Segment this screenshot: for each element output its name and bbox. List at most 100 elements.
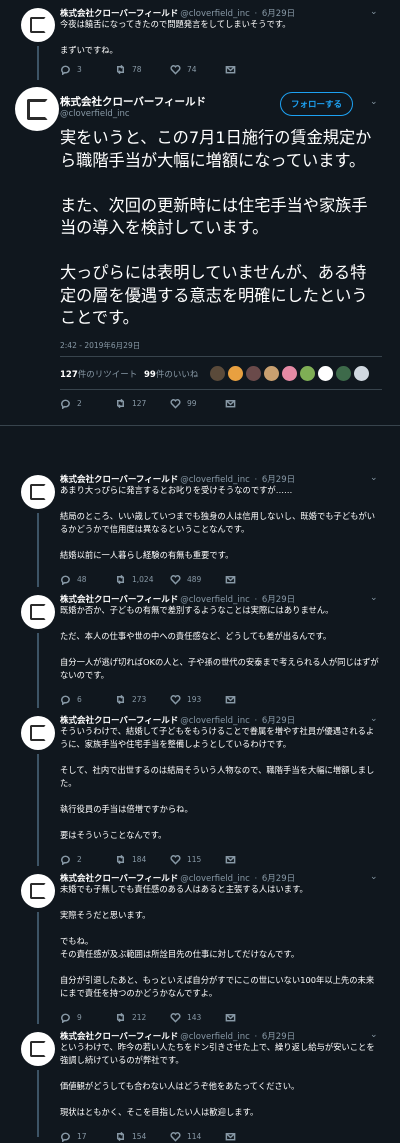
tweet-line: でもね。 その責任感が及ぶ範囲は所詮目先の仕事に対してだけなんです。 (60, 936, 300, 959)
tweet-line: 未婚でも子無しでも責任感のある人はあると主張する人はいます。 (60, 884, 308, 894)
liker-avatar[interactable] (318, 366, 333, 381)
avatar[interactable] (21, 595, 55, 629)
main-timestamp[interactable]: 2:42 - 2019年6月29日 (60, 340, 140, 351)
like-count: 489 (187, 575, 202, 584)
like-button[interactable]: 114 (170, 1131, 225, 1142)
main-account-name[interactable]: 株式会社クローバーフィールド (60, 94, 206, 109)
retweet-total-label[interactable]: 件のリツイート (78, 370, 138, 380)
liker-avatar[interactable] (210, 366, 225, 381)
retweet-count: 212 (132, 1013, 147, 1022)
liker-avatar[interactable] (282, 366, 297, 381)
like-button[interactable]: 489 (170, 574, 225, 585)
liker-avatars (210, 366, 372, 381)
retweet-button[interactable]: 184 (115, 854, 170, 865)
like-count: 143 (187, 1013, 202, 1022)
mail-icon (225, 400, 236, 408)
message-button[interactable] (225, 574, 280, 585)
reply-icon (61, 695, 70, 705)
reply-button[interactable]: 2 (60, 854, 115, 865)
chevron-down-icon[interactable]: ⌄ (370, 97, 378, 107)
avatar[interactable] (21, 475, 55, 509)
retweet-button[interactable]: 154 (115, 1131, 170, 1142)
like-total[interactable]: 99 (144, 370, 156, 380)
tweet-line: 自分が引退したあと、もっといえば自分がすでにこの世にいない100年以上先の未来に… (60, 975, 375, 998)
like-button[interactable]: 193 (170, 694, 225, 705)
chevron-down-icon[interactable]: ⌄ (370, 473, 378, 483)
retweet-button[interactable]: 1,024 (115, 574, 170, 585)
reply-count: 48 (77, 575, 87, 584)
reply-button[interactable]: 2 (60, 398, 115, 409)
message-button[interactable] (225, 398, 280, 409)
retweet-button[interactable]: 212 (115, 1012, 170, 1023)
chevron-down-icon[interactable]: ⌄ (370, 714, 378, 724)
thread-line (37, 46, 39, 80)
retweet-icon (117, 694, 124, 705)
follow-button[interactable]: フォローする (280, 92, 354, 116)
chevron-down-icon[interactable]: ⌄ (370, 872, 378, 882)
like-button[interactable]: 115 (170, 854, 225, 865)
tweet-line: 価値観がどうしても合わない人はどうぞ他をあたってください。 (60, 1081, 300, 1091)
reply-button[interactable]: 3 (60, 64, 115, 75)
mail-icon (225, 1014, 236, 1022)
tweet-line: そして、社内で出世するのは結局そういう人物なので、職階手当を大幅に増額しました。 (60, 765, 375, 788)
avatar[interactable] (21, 874, 55, 908)
message-button[interactable] (225, 1012, 280, 1023)
reply-icon (61, 65, 70, 75)
chevron-down-icon[interactable]: ⌄ (370, 7, 378, 17)
main-paragraph: 実をいうと、この7月1日施行の賃金規定から職階手当が大幅に増額になっています。 (60, 128, 372, 170)
reply-button[interactable]: 9 (60, 1012, 115, 1023)
reply-count: 6 (77, 695, 82, 704)
mail-icon (225, 856, 236, 864)
like-button[interactable]: 143 (170, 1012, 225, 1023)
heart-icon (170, 855, 181, 865)
liker-avatar[interactable] (246, 366, 261, 381)
message-button[interactable] (225, 694, 280, 705)
thread-line (37, 633, 39, 708)
retweet-button[interactable]: 127 (115, 398, 170, 409)
retweet-icon (117, 1012, 124, 1023)
retweet-icon (117, 1131, 124, 1142)
chevron-down-icon[interactable]: ⌄ (370, 1030, 378, 1040)
tweet-actions: 3 78 74 (60, 64, 280, 75)
like-count: 74 (187, 65, 197, 74)
retweet-total[interactable]: 127 (60, 370, 78, 380)
liker-avatar[interactable] (264, 366, 279, 381)
liker-avatar[interactable] (228, 366, 243, 381)
like-button[interactable]: 99 (170, 398, 225, 409)
message-button[interactable] (225, 64, 280, 75)
main-account-handle[interactable]: @cloverfield_inc (60, 109, 130, 119)
tweet-text: そういうわけで、結婚して子どもをもうけることで眷属を増やす社員が優遇されるように… (60, 725, 380, 842)
retweet-button[interactable]: 78 (115, 64, 170, 75)
avatar[interactable] (21, 8, 55, 42)
liker-avatar[interactable] (336, 366, 351, 381)
message-button[interactable] (225, 854, 280, 865)
like-button[interactable]: 74 (170, 64, 225, 75)
tweet-line: 要はそういうことなんです。 (60, 830, 167, 840)
reply-button[interactable]: 48 (60, 574, 115, 585)
liker-avatar[interactable] (300, 366, 315, 381)
retweet-button[interactable]: 273 (115, 694, 170, 705)
reply-count: 3 (77, 65, 82, 74)
tweet-line: そういうわけで、結婚して子どもをもうけることで眷属を増やす社員が優遇されるように… (60, 726, 375, 749)
liker-avatar[interactable] (354, 366, 369, 381)
avatar[interactable] (21, 1032, 55, 1066)
avatar[interactable] (21, 716, 55, 750)
reply-icon (61, 575, 70, 585)
divider (60, 389, 382, 390)
company-logo-icon (30, 604, 46, 620)
company-logo-icon (30, 725, 46, 741)
like-total-label[interactable]: 件のいいね (156, 370, 199, 380)
heart-icon (170, 695, 181, 705)
avatar[interactable] (15, 87, 59, 131)
message-button[interactable] (225, 1131, 280, 1142)
retweet-count: 184 (132, 855, 147, 864)
heart-icon (170, 575, 181, 585)
main-paragraph: また、次回の更新時には住宅手当や家族手当の導入を検討しています。 (60, 195, 368, 238)
tweet-text: 既婚か否か、子どもの有無で差別するようなことは実際にはありません。 ただ、本人の仕… (60, 604, 380, 682)
reply-count: 9 (77, 1013, 82, 1022)
chevron-down-icon[interactable]: ⌄ (370, 593, 378, 603)
reply-button[interactable]: 17 (60, 1131, 115, 1142)
reply-button[interactable]: 6 (60, 694, 115, 705)
reply-count: 2 (77, 855, 82, 864)
reply-icon (61, 1013, 70, 1023)
